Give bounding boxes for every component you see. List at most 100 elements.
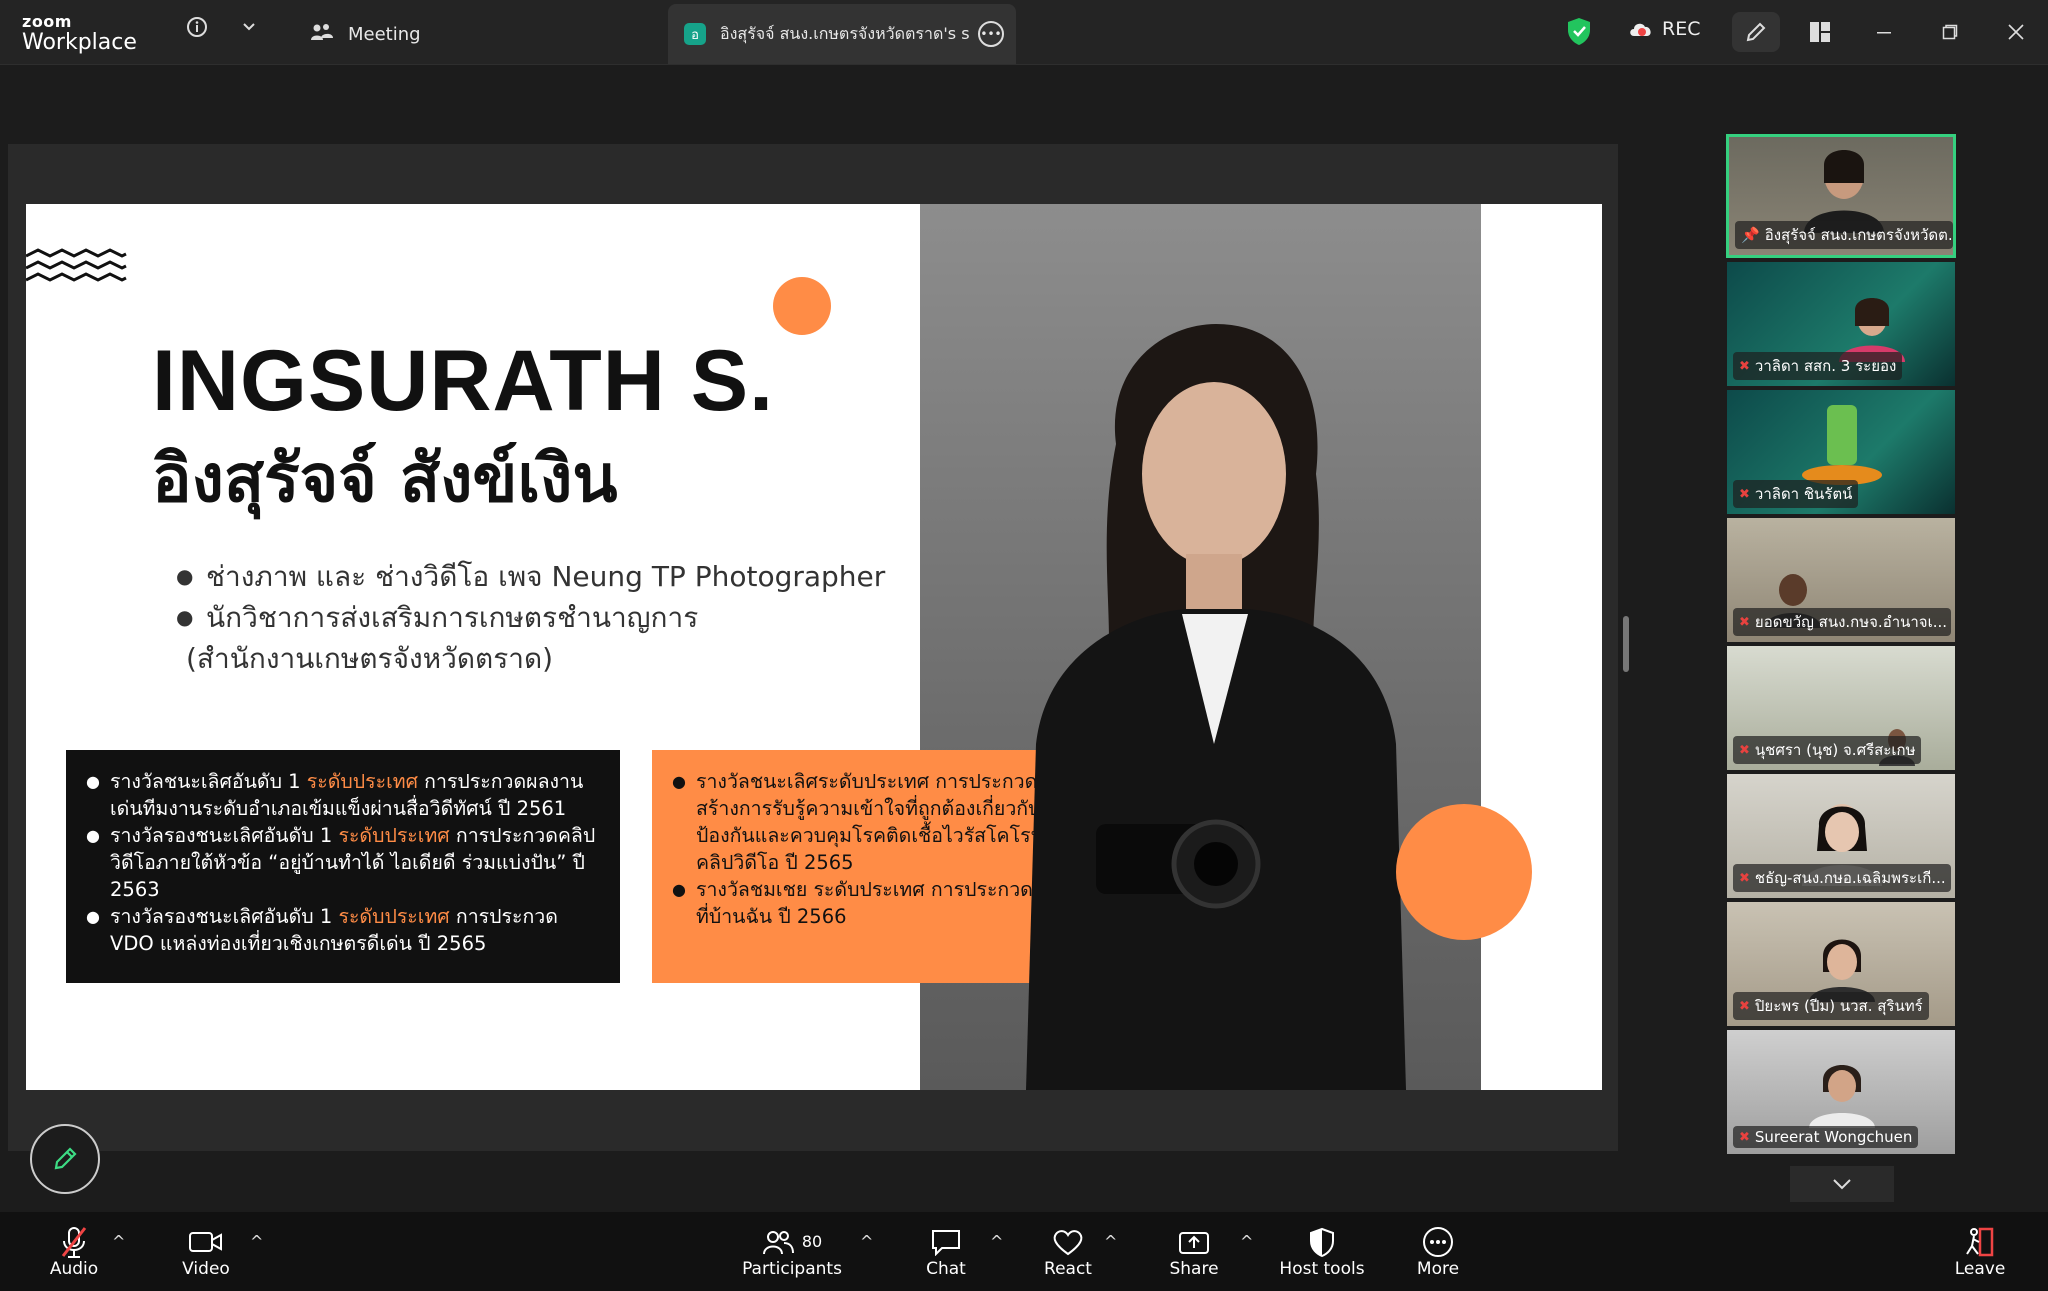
- slide-title-english: INGSURATH S.: [152, 333, 774, 429]
- pen-icon: [54, 1147, 77, 1170]
- cloud-recording-indicator[interactable]: REC: [1628, 18, 1700, 40]
- minimize-window-icon[interactable]: [1864, 14, 1904, 50]
- leave-label: Leave: [1954, 1258, 2006, 1279]
- participant-name-label: ✖ Sureerat Wongchuen: [1733, 1126, 1919, 1148]
- participant-tile[interactable]: ✖ Sureerat Wongchuen: [1727, 1030, 1955, 1154]
- share-options-caret[interactable]: ^: [1240, 1232, 1253, 1251]
- muted-mic-icon: ✖: [1739, 998, 1750, 1014]
- view-layout-button[interactable]: [1796, 12, 1844, 52]
- chevron-down-icon[interactable]: [240, 16, 258, 40]
- tab-screen-share-label: อิงสุรัจจ์ สนง.เกษตรจังหวัดตราด's scre: [720, 23, 970, 43]
- presentation-slide: INGSURATH S. อิงสุรัจจ์ สังข์เงิน ● ช่างภ…: [26, 204, 1602, 1090]
- participants-button[interactable]: 80 Participants: [740, 1212, 844, 1291]
- zoom-logo-small: zoom: [22, 12, 72, 31]
- video-options-caret[interactable]: ^: [250, 1232, 263, 1251]
- more-label: More: [1416, 1258, 1460, 1279]
- tab-screen-share[interactable]: อ อิงสุรัจจ์ สนง.เกษตรจังหวัดตราด's scre…: [668, 4, 1016, 64]
- participant-name-label: 📌 อิงสุรัจจ์ สนง.เกษตรจังหวัดต...: [1735, 221, 1953, 249]
- zoom-logo-workplace: Workplace: [22, 30, 137, 55]
- participant-tile[interactable]: ✖ วาลิดา สสก. 3 ระยอง: [1727, 262, 1955, 386]
- encryption-shield-icon[interactable]: [1566, 16, 1592, 50]
- rec-label: REC: [1662, 18, 1701, 40]
- participant-name-label: ✖ วาลิดา สสก. 3 ระยอง: [1733, 352, 1903, 380]
- react-button[interactable]: React: [1034, 1212, 1102, 1291]
- chat-options-caret[interactable]: ^: [990, 1232, 1003, 1251]
- chevron-down-icon: [1833, 1179, 1851, 1190]
- annotate-pencil-button[interactable]: [1732, 12, 1780, 52]
- muted-mic-icon: ✖: [1739, 742, 1750, 758]
- sharer-avatar-badge: อ: [684, 23, 706, 45]
- profile-bullet: นักวิชาการส่งเสริมการเกษตรชำนาญการ: [206, 601, 699, 634]
- participant-tile[interactable]: 📌 อิงสุรัจจ์ สนง.เกษตรจังหวัดต...: [1726, 134, 1956, 258]
- slide-title-thai: อิงสุรัจจ์ สังข์เงิน: [152, 440, 618, 517]
- participant-tile[interactable]: ✖ นุชศรา (นุช) จ.ศรีสะเกษ: [1727, 646, 1955, 770]
- participants-icon: [762, 1230, 794, 1254]
- participants-label: Participants: [742, 1258, 842, 1279]
- video-button[interactable]: Video: [172, 1212, 240, 1291]
- portrait-photo: [1026, 324, 1406, 1090]
- pencil-icon: [1746, 22, 1766, 42]
- scroll-participants-down[interactable]: [1790, 1166, 1894, 1202]
- more-button[interactable]: More: [1404, 1212, 1472, 1291]
- participant-video: [1804, 150, 1884, 233]
- participants-options-caret[interactable]: ^: [860, 1232, 873, 1251]
- heart-icon: [1052, 1225, 1084, 1259]
- participant-video: [1802, 405, 1882, 485]
- profile-bullet: (สำนักงานเกษตรจังหวัดตราด): [186, 642, 554, 675]
- chat-bubble-icon: [930, 1225, 962, 1259]
- annotation-pen-button[interactable]: [30, 1124, 100, 1194]
- more-options-icon[interactable]: •••: [978, 21, 1004, 47]
- award-item: ● รางวัลชนะเลิศอันดับ 1 ระดับประเทศ การปร…: [86, 770, 584, 820]
- chat-button[interactable]: Chat: [912, 1212, 980, 1291]
- participant-name-label: ✖ ยอดขวัญ สนง.กษจ.อำนาจเ...: [1733, 608, 1951, 636]
- leave-button[interactable]: Leave: [1946, 1212, 2014, 1291]
- share-screen-icon: [1178, 1225, 1210, 1259]
- muted-mic-icon: ✖: [1739, 1129, 1750, 1145]
- participant-video: [1809, 1065, 1875, 1128]
- participant-tile[interactable]: ✖ ชธัญ-สนง.กษอ.เฉลิมพระเกี...: [1727, 774, 1955, 898]
- orange-circle-decoration: [773, 277, 831, 335]
- muted-mic-icon: [61, 1225, 87, 1259]
- participant-tile[interactable]: ✖ ปิยะพร (ปีม) นวส. สุรินทร์: [1727, 902, 1955, 1026]
- participant-name-label: ✖ ปิยะพร (ปีม) นวส. สุรินทร์: [1733, 992, 1929, 1020]
- more-dots-icon: [1422, 1225, 1454, 1259]
- participant-name-label: ✖ วาลิดา ชินรัตน์: [1733, 480, 1859, 508]
- muted-mic-icon: ✖: [1739, 614, 1750, 630]
- react-label: React: [1044, 1258, 1092, 1279]
- share-button[interactable]: Share: [1160, 1212, 1228, 1291]
- restore-window-icon[interactable]: [1930, 14, 1970, 50]
- pin-icon: 📌: [1741, 226, 1760, 244]
- participant-name-label: ✖ นุชศรา (นุช) จ.ศรีสะเกษ: [1733, 736, 1922, 764]
- meeting-info-icon[interactable]: [186, 16, 208, 43]
- host-shield-icon: [1308, 1225, 1336, 1259]
- video-label: Video: [182, 1258, 230, 1279]
- host-tools-button[interactable]: Host tools: [1272, 1212, 1372, 1291]
- grid-layout-icon: [1810, 22, 1830, 42]
- slide-profile-bullets: ● ช่างภาพ และ ช่างวิดีโอ เพจ Neung TP Pho…: [176, 556, 916, 679]
- audio-label: Audio: [49, 1258, 99, 1279]
- muted-mic-icon: ✖: [1739, 358, 1750, 374]
- awards-box-dark: ● รางวัลชนะเลิศอันดับ 1 ระดับประเทศ การปร…: [66, 750, 620, 983]
- award-item: ● รางวัลรองชนะเลิศอันดับ 1 ระดับประเทศ กา…: [86, 905, 558, 955]
- muted-mic-icon: ✖: [1739, 486, 1750, 502]
- profile-bullet: ช่างภาพ และ ช่างวิดีโอ เพจ Neung TP Phot…: [206, 560, 886, 593]
- leave-door-icon: [1964, 1225, 1996, 1259]
- orange-circle-decoration: [1396, 804, 1532, 940]
- close-window-icon[interactable]: [1996, 14, 2036, 50]
- participant-tile[interactable]: ✖ วาลิดา ชินรัตน์: [1727, 390, 1955, 514]
- muted-mic-icon: ✖: [1739, 870, 1750, 886]
- video-camera-icon: [188, 1225, 224, 1259]
- tab-meeting[interactable]: Meeting: [310, 4, 421, 64]
- zigzag-decoration-icon: [26, 248, 127, 282]
- chat-label: Chat: [926, 1258, 966, 1279]
- people-icon: [310, 22, 334, 47]
- participant-name-label: ✖ ชธัญ-สนง.กษอ.เฉลิมพระเกี...: [1733, 864, 1951, 892]
- meeting-toolbar: [0, 1212, 2048, 1291]
- participant-tile[interactable]: ✖ ยอดขวัญ สนง.กษจ.อำนาจเ...: [1727, 518, 1955, 642]
- audio-button[interactable]: Audio: [40, 1212, 108, 1291]
- react-options-caret[interactable]: ^: [1104, 1232, 1117, 1251]
- cloud-rec-icon: [1630, 23, 1651, 36]
- award-item: ● รางวัลรองชนะเลิศอันดับ 1 ระดับประเทศ กา…: [86, 824, 596, 901]
- split-view-resize-handle[interactable]: [1623, 616, 1629, 672]
- audio-options-caret[interactable]: ^: [112, 1232, 125, 1251]
